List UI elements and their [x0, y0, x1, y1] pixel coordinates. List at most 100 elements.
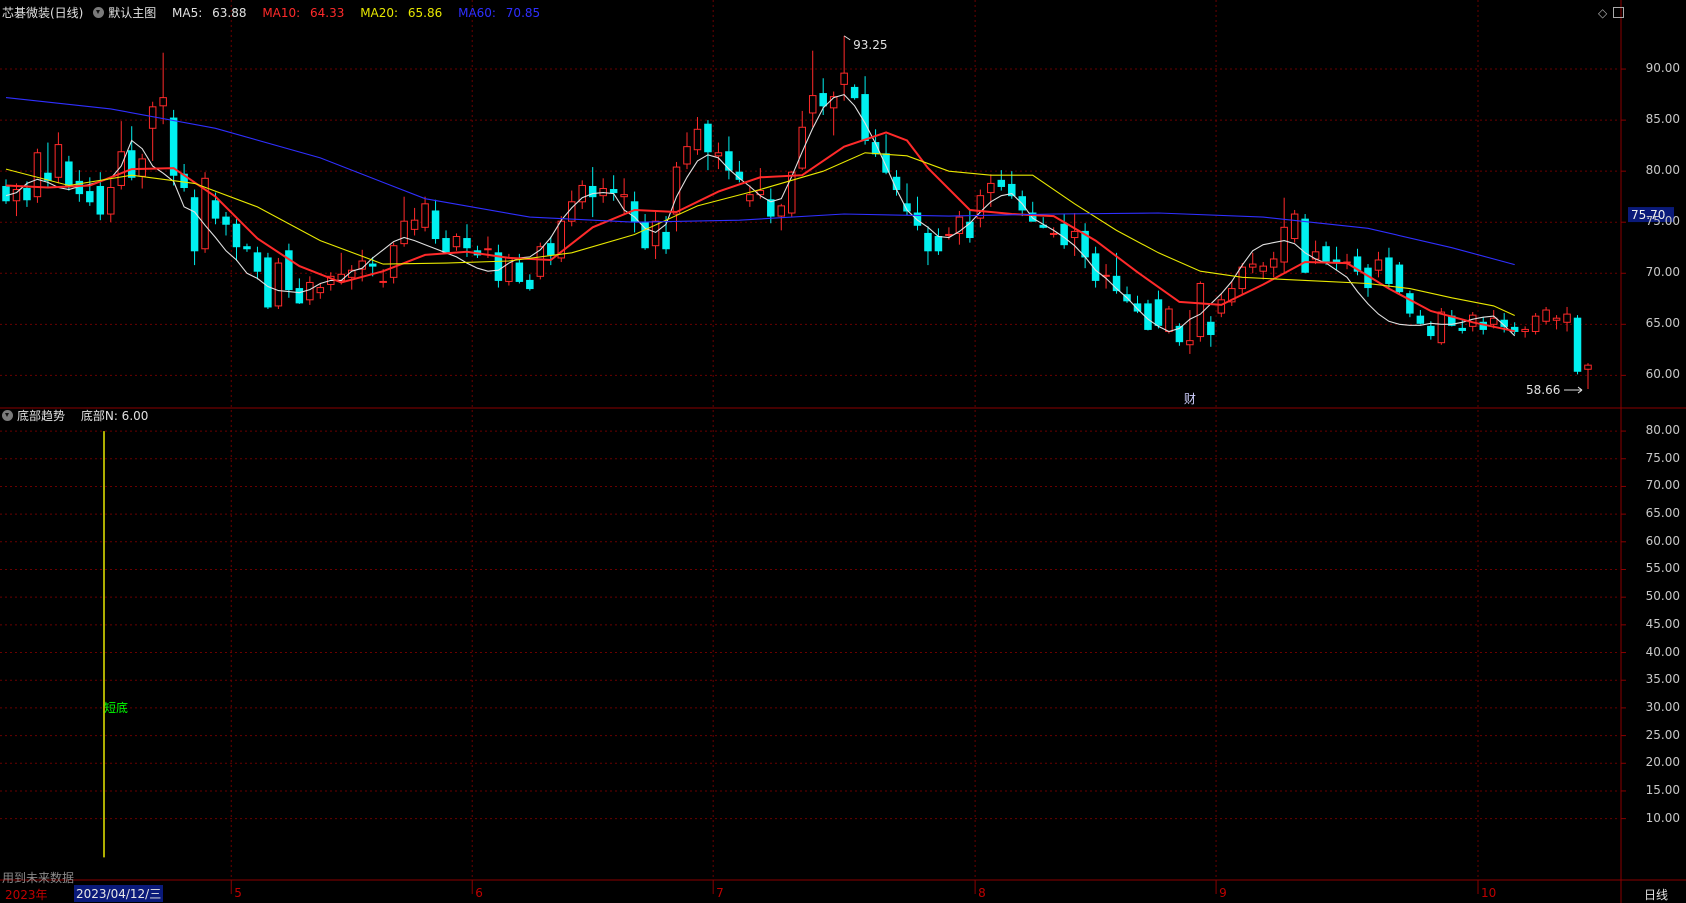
candle-body [850, 86, 859, 99]
candle-body [232, 223, 241, 248]
candle-body [431, 210, 440, 240]
candle-body [33, 152, 42, 198]
candle-body [808, 95, 817, 114]
candle-body [693, 128, 702, 151]
candle-body [159, 97, 167, 107]
candle-body [1563, 313, 1571, 323]
sub-tick-label: 75.00 [1645, 450, 1680, 465]
sub-tick-label: 70.00 [1645, 478, 1680, 493]
candle-body [211, 200, 220, 219]
candle-body [1573, 317, 1582, 372]
candle-body [96, 185, 105, 215]
sub-tick-label: 65.00 [1645, 506, 1680, 521]
chart-canvas[interactable]: 93.2558.6675.70财短底 [0, 0, 1686, 903]
low-price-label: 58.66 [1526, 383, 1560, 397]
candle-body [54, 144, 63, 178]
candle-body [1385, 257, 1393, 284]
indicator-name: 底部趋势 [17, 409, 66, 423]
candle-body [1070, 230, 1079, 239]
sub-panel-header: 底部趋势 底部N: 6.00 [2, 407, 154, 424]
candle-body [609, 189, 618, 194]
ma10-legend: MA10: 64.33 [262, 6, 345, 20]
main-panel-header: 芯碁微装(日线) 默认主图 MA5: 63.88 MA10: 64.33 MA2… [2, 4, 552, 21]
month-label: 9 [1219, 886, 1227, 900]
candle-body [190, 197, 199, 252]
candle-body [410, 219, 419, 230]
candle-body [1133, 303, 1142, 312]
candle-body [840, 72, 848, 85]
diamond-icon[interactable]: ◇ [1598, 6, 1607, 20]
ma60-legend: MA60: 70.85 [458, 6, 541, 20]
candle-body [222, 216, 230, 225]
candle-body [138, 158, 146, 177]
candle-body [1584, 364, 1592, 370]
candle-body [1531, 315, 1540, 332]
candle-body [704, 123, 712, 153]
candle-body [169, 117, 178, 176]
candle-body [987, 182, 995, 194]
sub-tick-label: 20.00 [1645, 755, 1680, 770]
candle-body [945, 233, 953, 236]
cursor-date: 2023/04/12/三 [74, 885, 164, 902]
ma20-legend: MA20: 65.86 [360, 6, 443, 20]
candle-body [1049, 232, 1058, 235]
candle-body [127, 150, 136, 178]
candle-body [484, 248, 492, 251]
template-menu-button[interactable]: 默认主图 [93, 6, 162, 20]
candle-body [1269, 258, 1278, 268]
candle-body [1322, 246, 1330, 262]
candle-body [253, 252, 262, 272]
candle-body [1290, 213, 1299, 240]
candle-body [997, 179, 1006, 187]
month-label: 7 [716, 886, 724, 900]
candle-body [295, 288, 304, 304]
candle-body [672, 166, 681, 215]
sub-tick-label: 80.00 [1645, 423, 1680, 438]
candle-body [337, 273, 346, 281]
candle-body [316, 287, 325, 294]
price-tick-label: 70.00 [1645, 265, 1680, 280]
sub-tick-label: 60.00 [1645, 533, 1680, 548]
candle-body [882, 153, 890, 173]
high-price-label: 93.25 [853, 38, 887, 52]
candle-body [1280, 226, 1288, 263]
month-label: 6 [475, 886, 483, 900]
candle-body [819, 93, 827, 107]
candle-body [1427, 325, 1435, 337]
sub-tick-label: 55.00 [1645, 561, 1680, 576]
candle-body [463, 238, 471, 249]
candle-body [2, 185, 10, 202]
period-tab[interactable]: 日线 [1644, 886, 1668, 903]
candle-body [1154, 299, 1163, 326]
candle-body [1060, 223, 1068, 246]
candle-body [1521, 328, 1529, 332]
sub-tick-label: 15.00 [1645, 782, 1680, 797]
indicator-menu-button[interactable]: 底部趋势 [2, 409, 71, 423]
candle-body [662, 231, 670, 250]
candle-body [306, 281, 314, 301]
candle-body [588, 185, 597, 198]
candle-body [442, 238, 450, 253]
candle-body [65, 161, 73, 186]
candle-body [620, 194, 628, 198]
layout-toggle-icon[interactable] [1613, 7, 1625, 18]
candle-body [400, 220, 408, 245]
candle-body [274, 262, 283, 307]
candle-body [1196, 282, 1205, 338]
candle-body [1165, 308, 1173, 332]
candle-body [1259, 265, 1267, 272]
financial-report-marker: 财 [1184, 392, 1196, 406]
candle-body [1437, 311, 1446, 344]
candle-body [1489, 317, 1498, 325]
candle-body [683, 146, 691, 165]
month-label: 10 [1480, 886, 1497, 900]
stock-name[interactable]: 芯碁微装(日线) [2, 6, 83, 20]
short-bottom-label: 短底 [104, 700, 128, 715]
sub-tick-label: 25.00 [1645, 727, 1680, 742]
low-arrow [1564, 386, 1583, 394]
candle-body [934, 236, 943, 252]
candle-body [777, 205, 786, 217]
candle-body [1552, 317, 1561, 321]
month-label: 8 [978, 886, 986, 900]
candle-body [1374, 259, 1383, 271]
